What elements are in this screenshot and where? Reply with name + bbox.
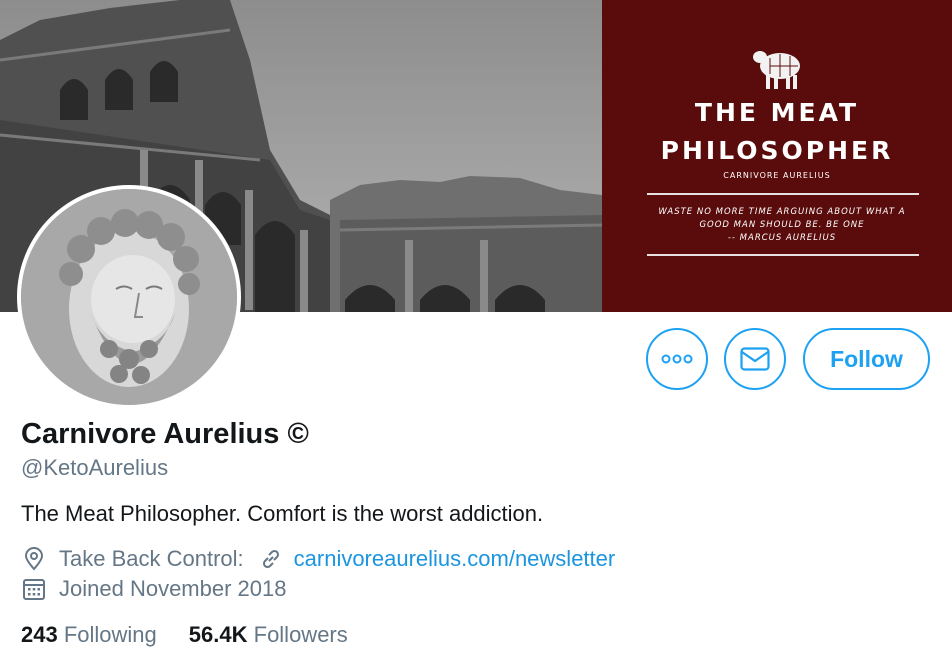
- following-label: Following: [63, 622, 157, 647]
- avatar-image: [21, 189, 237, 405]
- banner-text-panel: THE MEAT PHILOSOPHER CARNIVORE AURELIUS …: [602, 0, 952, 312]
- more-options-button[interactable]: [646, 328, 708, 390]
- profile-location: Take Back Control:: [59, 546, 244, 571]
- follow-button[interactable]: Follow: [803, 328, 930, 390]
- banner-divider: [647, 193, 919, 195]
- calendar-icon: [21, 576, 47, 602]
- avatar[interactable]: [17, 185, 241, 409]
- banner-quote-line1: WASTE NO MORE TIME ARGUING ABOUT WHAT A: [658, 207, 906, 217]
- followers-stat[interactable]: 56.4K Followers: [189, 622, 348, 648]
- profile-joined-date: Joined November 2018: [59, 576, 287, 601]
- followers-label: Followers: [253, 622, 348, 647]
- profile-stats: 243 Following 56.4K Followers: [21, 622, 380, 648]
- banner-quote-line2: GOOD MAN SHOULD BE. BE ONE: [699, 220, 865, 230]
- banner-quote: WASTE NO MORE TIME ARGUING ABOUT WHAT A …: [642, 206, 922, 245]
- followers-count: 56.4K: [188, 622, 248, 647]
- profile-joined-row: Joined November 2018: [21, 575, 286, 603]
- banner-quote-line3: -- MARCUS AURELIUS: [727, 233, 837, 243]
- profile-bio: The Meat Philosopher. Comfort is the wor…: [21, 501, 544, 526]
- banner-divider: [647, 254, 919, 256]
- banner-title-line1: THE MEAT: [694, 98, 860, 127]
- message-button[interactable]: [724, 328, 786, 390]
- profile-location-row: Take Back Control: carnivoreaurelius.com…: [21, 545, 615, 573]
- banner-title-line2: PHILOSOPHER: [660, 136, 894, 165]
- link-icon: [258, 546, 284, 572]
- location-pin-icon: [21, 546, 47, 572]
- sheep-icon: [753, 51, 800, 89]
- ellipsis-icon: [661, 354, 693, 364]
- banner-subtitle: CARNIVORE AURELIUS: [723, 171, 831, 180]
- following-stat[interactable]: 243 Following: [21, 622, 157, 648]
- profile-handle: @KetoAurelius: [21, 455, 169, 480]
- profile-website-link[interactable]: carnivoreaurelius.com/newsletter: [294, 546, 616, 572]
- following-count: 243: [21, 622, 58, 647]
- display-name: Carnivore Aurelius ©: [21, 418, 309, 450]
- envelope-icon: [740, 347, 770, 371]
